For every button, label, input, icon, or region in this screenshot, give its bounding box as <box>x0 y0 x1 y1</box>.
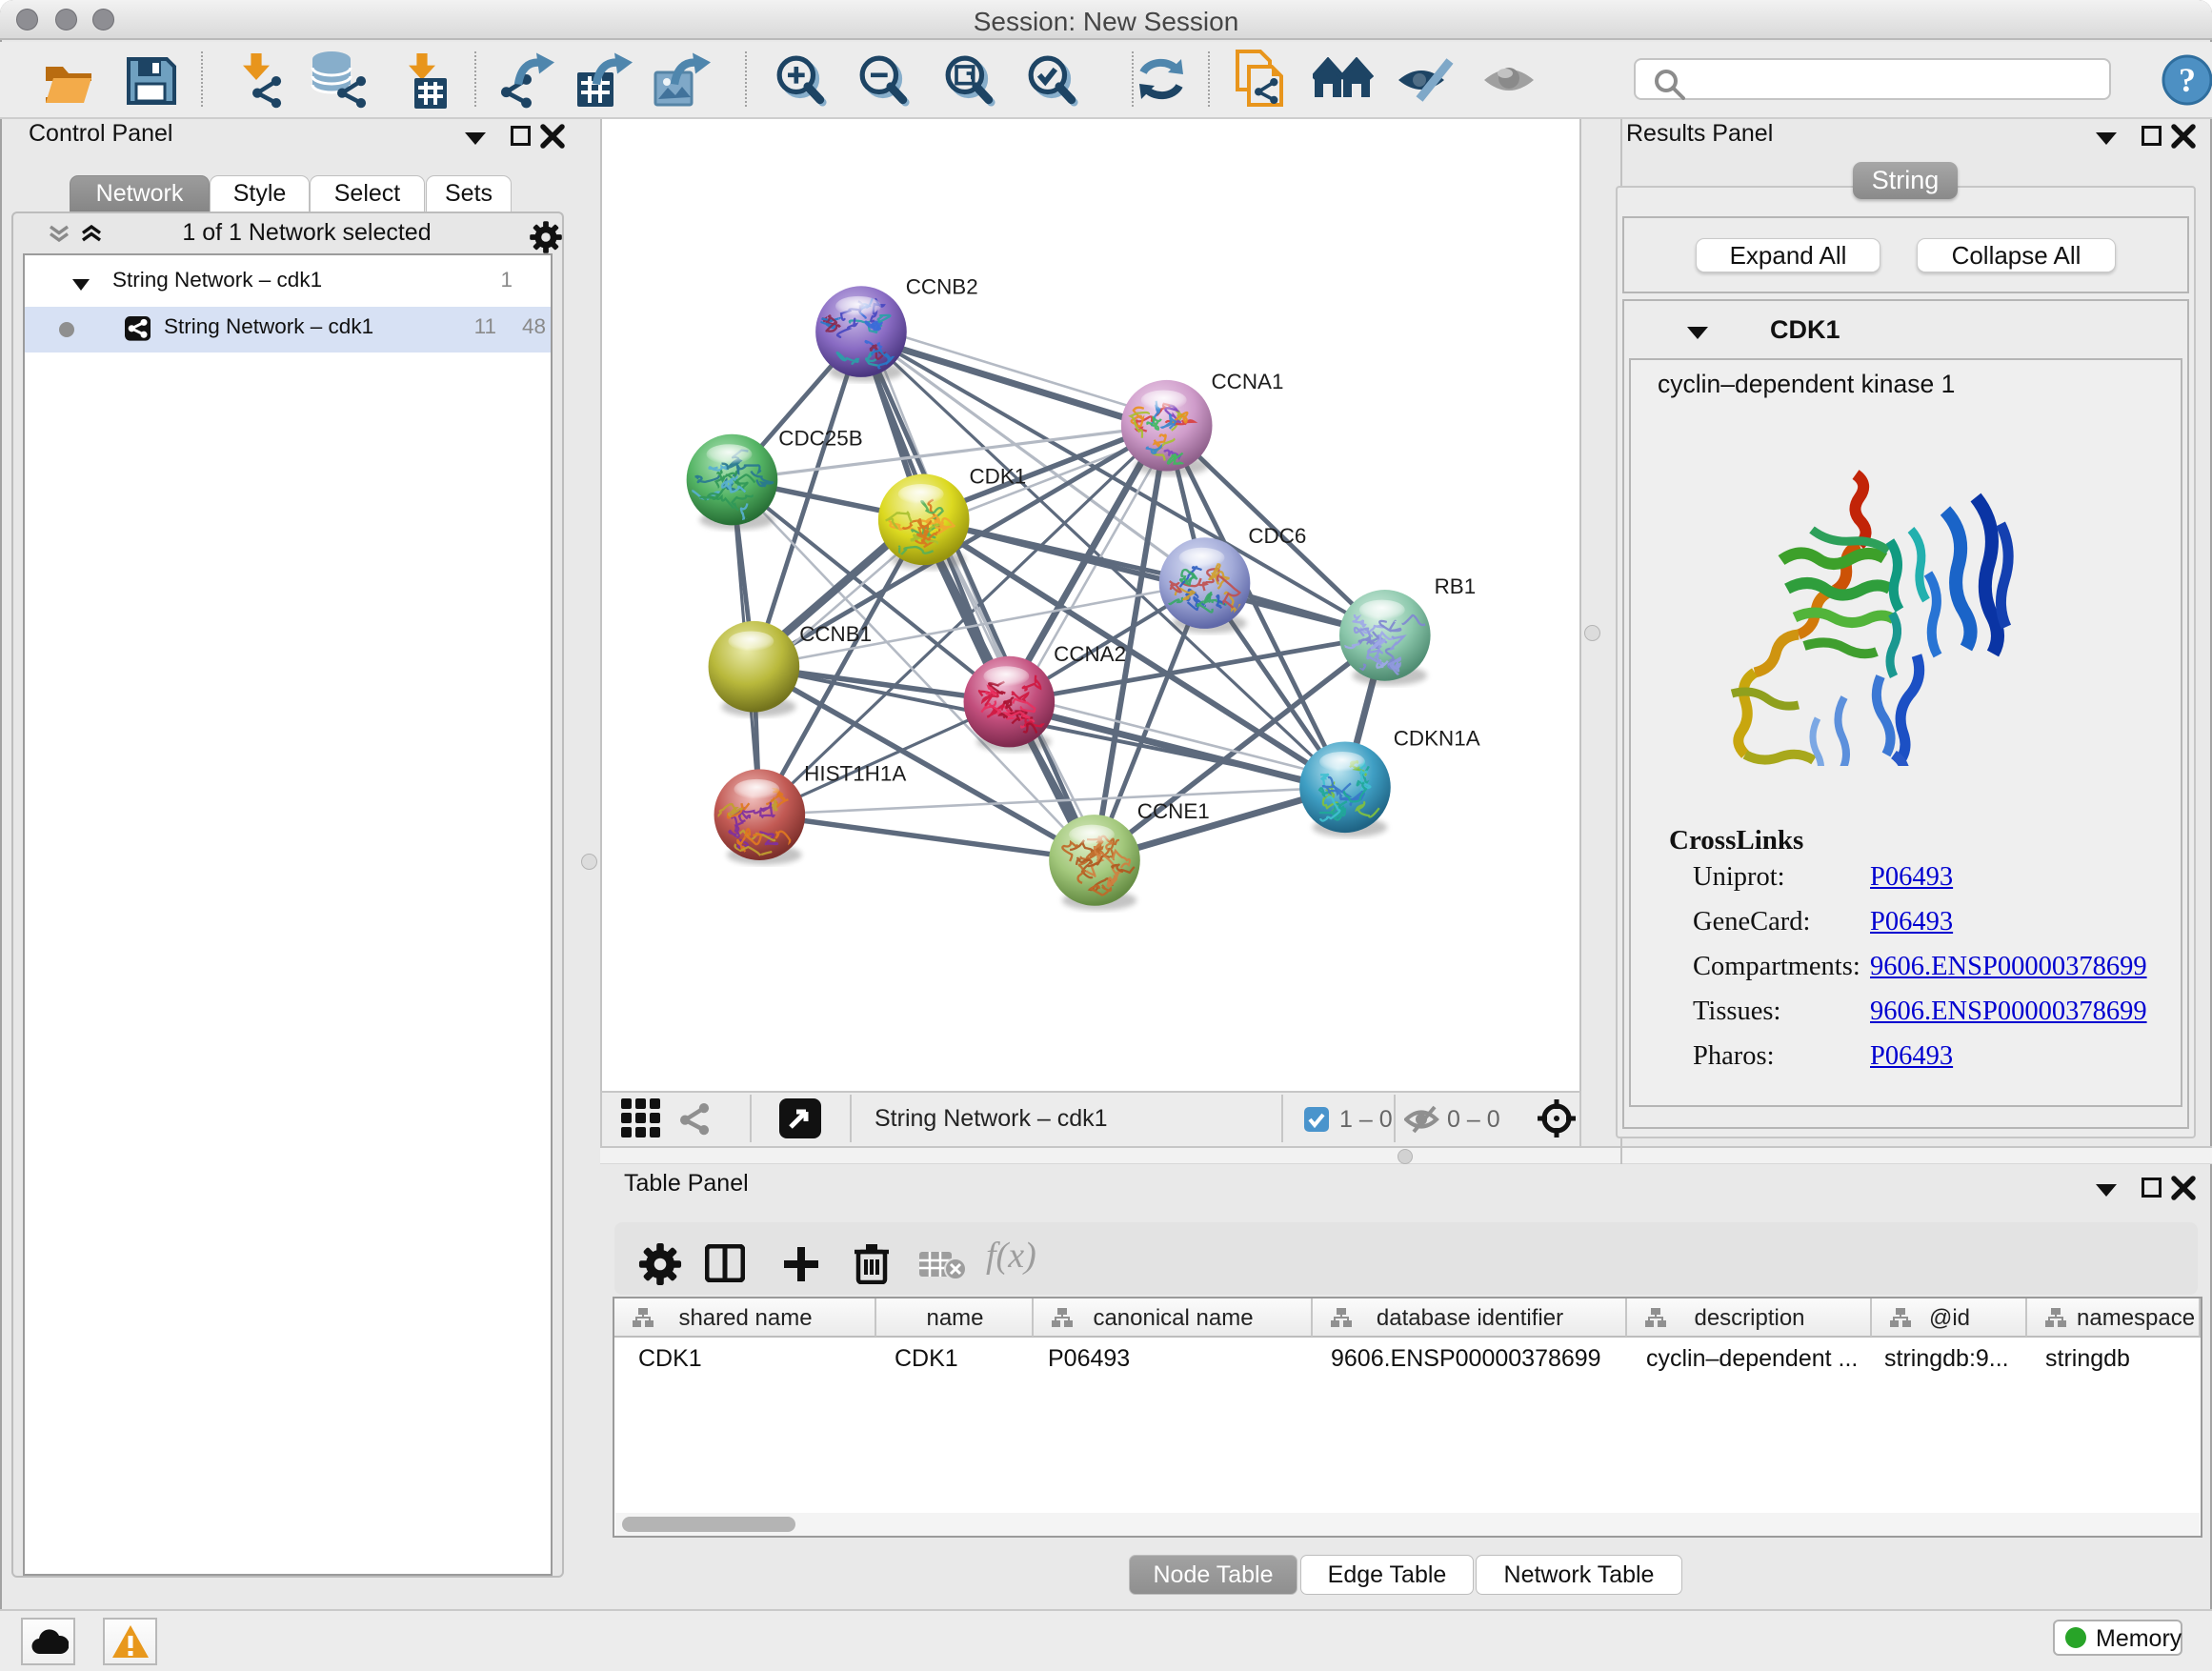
svg-text:?: ? <box>2179 61 2196 99</box>
svg-text:CDC6: CDC6 <box>1248 524 1306 548</box>
svg-text:CDKN1A: CDKN1A <box>1394 726 1480 750</box>
svg-text:CCNE1: CCNE1 <box>1137 799 1210 823</box>
svg-text:HIST1H1A: HIST1H1A <box>804 761 906 785</box>
svg-text:CCNB1: CCNB1 <box>799 622 872 646</box>
svg-text:CCNB2: CCNB2 <box>906 274 978 298</box>
svg-text:CDK1: CDK1 <box>969 464 1026 488</box>
svg-text:CCNA2: CCNA2 <box>1054 642 1126 666</box>
svg-text:CCNA1: CCNA1 <box>1212 370 1284 393</box>
svg-text:CDC25B: CDC25B <box>778 427 862 451</box>
svg-text:RB1: RB1 <box>1435 574 1477 598</box>
